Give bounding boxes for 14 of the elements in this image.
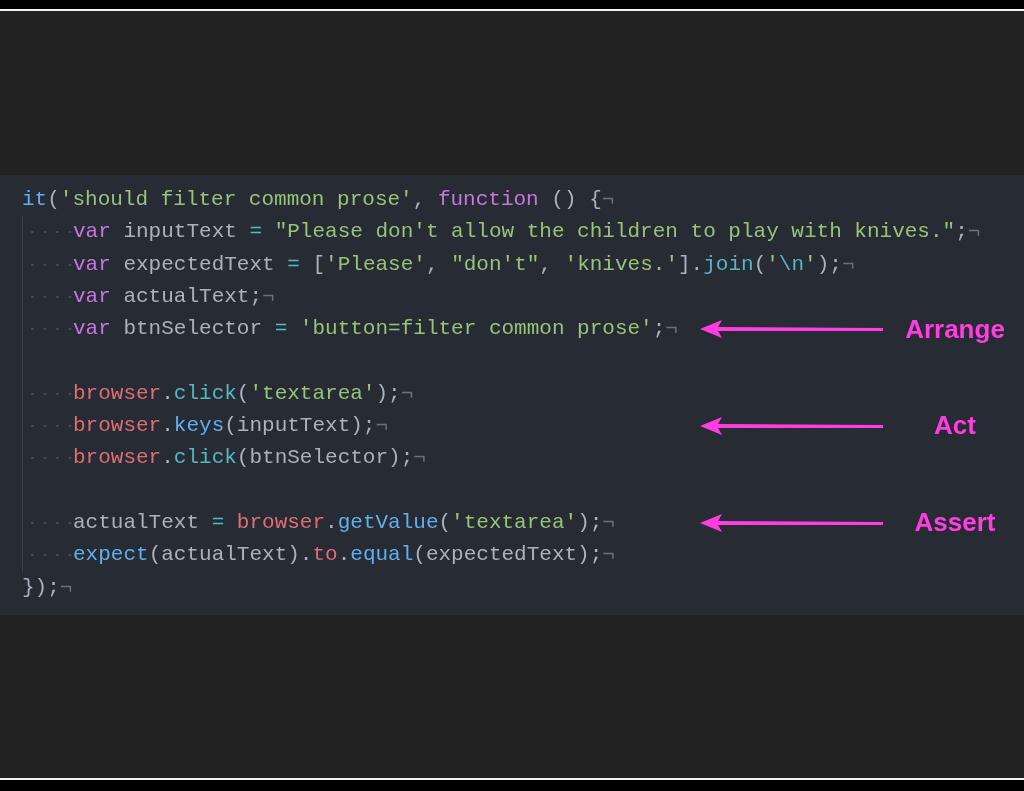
code-line: });¬ (22, 575, 73, 599)
code-line: var btnSelector = 'button=filter common prose';¬ (73, 317, 678, 341)
code-line: browser.keys(inputText);¬ (73, 414, 389, 438)
code-line: var inputText = "Please don't allow the children to play with knives.";¬ (73, 220, 981, 244)
annotation-label: Act (933, 410, 977, 442)
annotation-label: Assert (913, 507, 997, 539)
code-line: actualText = browser.getValue('textarea');¬ (73, 510, 615, 534)
code-line: var expectedText = ['Please', "don't", 'knives.'].join('\n');¬ (73, 252, 855, 276)
code-line: it('should filter common prose', function () {¬ (22, 188, 615, 211)
code-line: browser.click(btnSelector);¬ (73, 446, 426, 470)
code-line: var actualText;¬ (73, 284, 275, 308)
annotation-label: Arrange (904, 313, 1006, 345)
code-line: expect(actualText).to.equal(expectedText);¬ (73, 543, 615, 567)
code-line: browser.click('textarea');¬ (73, 381, 414, 405)
